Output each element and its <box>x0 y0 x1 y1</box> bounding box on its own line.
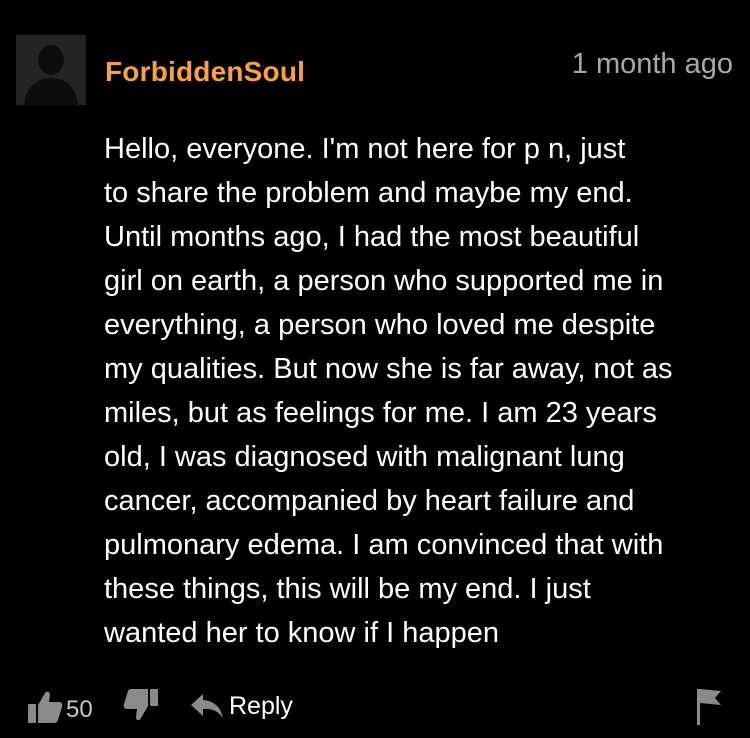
username-link[interactable]: ForbiddenSoul <box>105 56 305 88</box>
comment-line: to share the problem and maybe my end. <box>104 177 633 209</box>
reply-button[interactable]: Reply <box>190 686 293 726</box>
comment-line: Hello, everyone. I'm not here for p n, j… <box>104 133 626 165</box>
comment-line: Until months ago, I had the most beautif… <box>104 221 640 253</box>
comment-line: cancer, accompanied by heart failure and <box>104 485 635 517</box>
comment-line: miles, but as feelings for me. I am 23 y… <box>104 397 657 429</box>
comment-line: my qualities. But now she is far away, n… <box>104 353 673 385</box>
comment-line: wanted her to know if I happen <box>104 617 499 649</box>
vote-count: 50 <box>66 696 93 723</box>
reply-arrow-icon <box>191 694 223 718</box>
upvote-button[interactable] <box>27 690 63 729</box>
flag-icon <box>697 689 721 725</box>
avatar[interactable] <box>16 35 86 105</box>
reply-label: Reply <box>229 691 293 720</box>
thumbs-up-icon <box>28 691 63 723</box>
comment-line: girl on earth, a person who supported me… <box>104 265 664 297</box>
default-avatar-icon <box>16 35 86 105</box>
comment-timestamp: 1 month ago <box>571 48 733 80</box>
comment-body: Hello, everyone. I'm not here for p n, j… <box>104 127 744 655</box>
comment-line: old, I was diagnosed with malignant lung <box>104 441 625 473</box>
comment-line: pulmonary edema. I am convinced that wit… <box>104 529 664 561</box>
thumbs-down-icon <box>123 689 158 721</box>
report-flag-button[interactable] <box>694 686 724 731</box>
comment-line: everything, a person who loved me despit… <box>104 309 656 341</box>
comment-line: these things, this will be my end. I jus… <box>104 573 591 605</box>
downvote-button[interactable] <box>123 688 159 727</box>
comment-actions: 50 Reply <box>0 686 750 730</box>
